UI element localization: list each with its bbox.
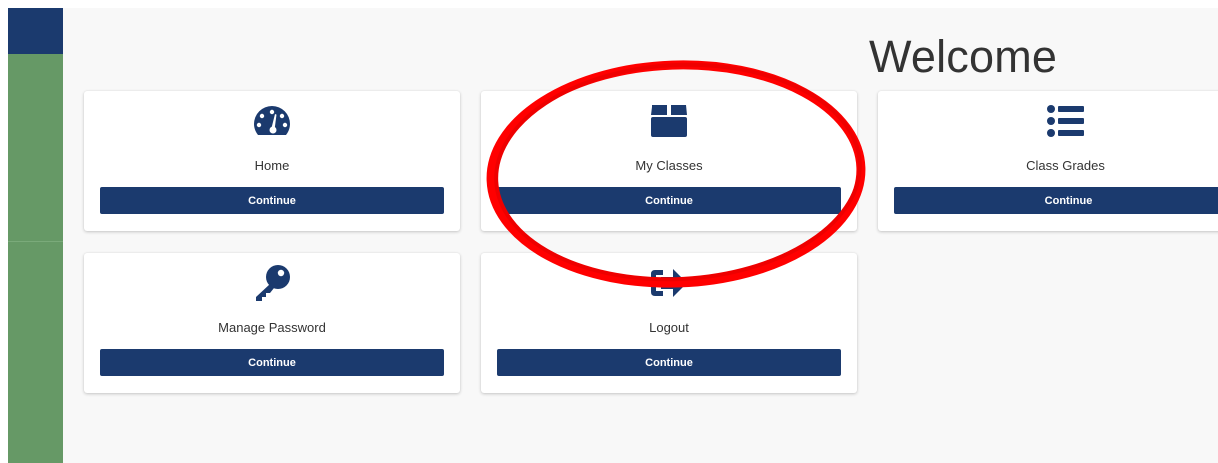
card-label: Home xyxy=(254,158,290,173)
continue-button-home[interactable]: Continue xyxy=(100,187,444,214)
list-icon xyxy=(1044,101,1088,141)
card-label: Manage Password xyxy=(218,320,326,335)
continue-button-manage-password[interactable]: Continue xyxy=(100,349,444,376)
app-frame: Welcome Home Continue My Classes Continu… xyxy=(0,0,1218,463)
card-label: Class Grades xyxy=(1026,158,1105,173)
card-class-grades: Class Grades Continue xyxy=(878,91,1218,231)
continue-button-logout[interactable]: Continue xyxy=(497,349,841,376)
sign-out-icon xyxy=(647,263,691,303)
card-logout: Logout Continue xyxy=(481,253,857,393)
box-icon xyxy=(647,101,691,141)
card-home: Home Continue xyxy=(84,91,460,231)
continue-button-my-classes[interactable]: Continue xyxy=(497,187,841,214)
key-icon xyxy=(250,263,294,303)
continue-button-class-grades[interactable]: Continue xyxy=(894,187,1218,214)
page-title: Welcome xyxy=(869,31,1058,82)
card-label: Logout xyxy=(649,320,689,335)
sidebar-divider xyxy=(8,241,63,242)
card-my-classes: My Classes Continue xyxy=(481,91,857,231)
card-manage-password: Manage Password Continue xyxy=(84,253,460,393)
dashboard-icon xyxy=(250,101,294,141)
sidebar-header[interactable] xyxy=(8,8,63,54)
main-content: Welcome Home Continue My Classes Continu… xyxy=(63,8,1218,463)
sidebar xyxy=(8,8,63,463)
card-label: My Classes xyxy=(635,158,703,173)
